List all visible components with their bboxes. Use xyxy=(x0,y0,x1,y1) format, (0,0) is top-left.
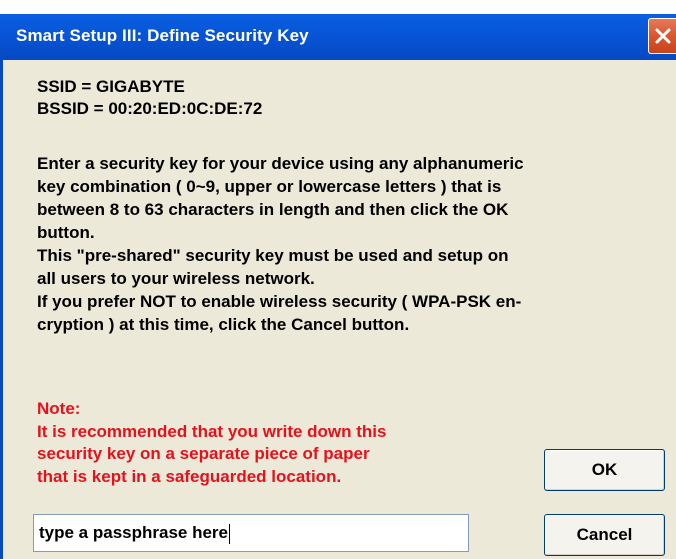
note-line: that is kept in a safeguarded location. xyxy=(37,466,342,486)
passphrase-input[interactable]: type a passphrase here xyxy=(33,514,469,552)
instruction-line: between 8 to 63 characters in length and… xyxy=(37,200,509,219)
setup-dialog: Smart Setup III: Define Security Key SSI… xyxy=(0,0,676,559)
instruction-line: If you prefer NOT to enable wireless sec… xyxy=(37,292,522,311)
instruction-line: This "pre-shared" security key must be u… xyxy=(37,246,509,265)
window-title: Smart Setup III: Define Security Key xyxy=(16,26,309,45)
close-icon xyxy=(655,28,671,44)
passphrase-value: type a passphrase here xyxy=(39,523,228,542)
instruction-line: key combination ( 0~9, upper or lowercas… xyxy=(37,177,502,196)
ok-button[interactable]: OK xyxy=(544,449,665,491)
note-heading: Note: xyxy=(37,399,81,418)
note-line: security key on a separate piece of pape… xyxy=(37,444,370,463)
instructions-text: Enter a security key for your device usi… xyxy=(37,152,667,336)
close-button[interactable] xyxy=(648,18,676,54)
note-block: Note: It is recommended that you write d… xyxy=(37,398,387,488)
ssid-label: SSID = GIGABYTE xyxy=(37,77,185,96)
bssid-label: BSSID = 00:20:ED:0C:DE:72 xyxy=(37,99,263,118)
cancel-button[interactable]: Cancel xyxy=(544,514,665,556)
note-line: It is recommended that you write down th… xyxy=(37,421,387,441)
instruction-line: cryption ) at this time, click the Cance… xyxy=(37,315,410,334)
instruction-line: Enter a security key for your device usi… xyxy=(37,154,524,173)
instruction-line: button. xyxy=(37,223,95,242)
instruction-line: all users to your wireless network. xyxy=(37,269,315,288)
text-caret xyxy=(228,523,230,544)
